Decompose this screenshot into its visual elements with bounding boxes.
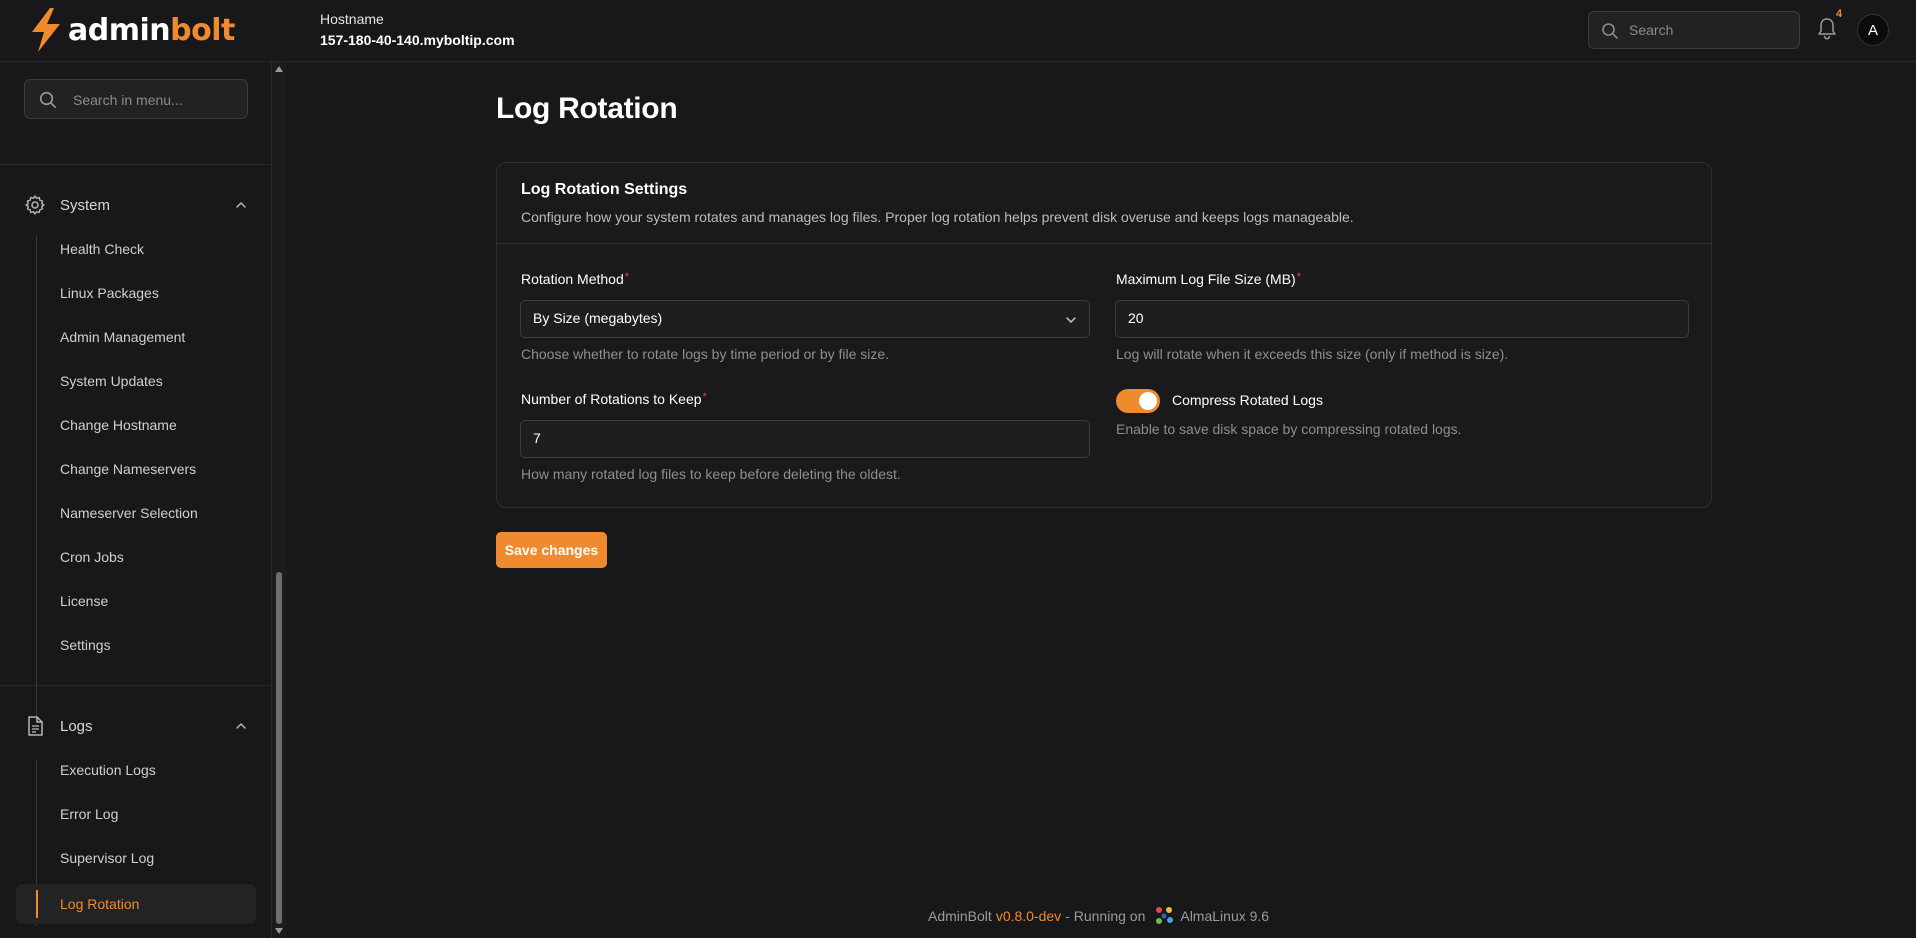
card-title: Log Rotation Settings [521,181,688,198]
sidebar-item-execution-logs[interactable]: Execution Logs [60,760,156,780]
rotation-method-value: By Size (megabytes) [533,310,663,326]
menu-search-input[interactable] [73,90,243,110]
sidebar-item-admin-management[interactable]: Admin Management [60,327,185,347]
card-description: Configure how your system rotates and ma… [521,209,1354,225]
sidebar-item-health-check[interactable]: Health Check [60,239,144,259]
brand-logo[interactable]: adminbolt [28,8,235,52]
bolt-icon [32,8,60,52]
card-divider [497,243,1711,244]
global-search-input[interactable] [1629,20,1789,40]
rotations-value: 7 [533,430,541,446]
hostname-value: 157-180-40-140.myboltip.com [320,32,515,48]
avatar[interactable]: A [1857,14,1889,46]
document-icon [28,716,43,736]
menu-search[interactable] [24,79,248,119]
max-size-label: Maximum Log File Size (MB)* [1116,271,1301,287]
footer: AdminBolt v0.8.0-dev - Running on AlmaLi… [928,905,1269,927]
page-title: Log Rotation [496,92,678,125]
search-icon [39,91,57,109]
rotations-label: Number of Rotations to Keep* [521,391,707,407]
footer-os: AlmaLinux 9.6 [1180,908,1270,924]
gear-icon [25,195,45,215]
sidebar-item-linux-packages[interactable]: Linux Packages [60,283,159,303]
scroll-down-arrow[interactable] [275,928,283,934]
top-bar: adminbolt Hostname 157-180-40-140.mybolt… [0,0,1916,62]
sidebar-item-supervisor-log[interactable]: Supervisor Log [60,848,154,868]
chevron-up-icon[interactable] [234,719,248,733]
notification-badge: 4 [1836,8,1843,20]
max-size-hint: Log will rotate when it exceeds this siz… [1116,346,1509,362]
scroll-up-arrow[interactable] [275,66,283,72]
required-marker: * [624,271,630,283]
sidebar-group-system[interactable]: System [24,191,248,219]
sidebar-item-license[interactable]: License [60,591,108,611]
sidebar-group-logs[interactable]: Logs [24,712,248,740]
brand-name: adminbolt [68,12,235,48]
footer-app-name: AdminBolt [928,908,992,924]
compress-hint: Enable to save disk space by compressing… [1116,421,1462,437]
hostname-label: Hostname [320,11,384,27]
save-changes-button[interactable]: Save changes [496,532,607,568]
required-marker: * [1296,271,1301,283]
sidebar-item-change-nameservers[interactable]: Change Nameservers [60,459,196,479]
global-search[interactable] [1588,11,1800,49]
chevron-down-icon [1066,317,1076,323]
search-icon [1602,23,1618,39]
sidebar-item-change-hostname[interactable]: Change Hostname [60,415,177,435]
sidebar-divider [0,685,272,686]
toggle-knob [1139,392,1157,410]
compress-label: Compress Rotated Logs [1172,392,1323,408]
sidebar: System Health Check Linux Packages Admin… [0,62,272,938]
chevron-up-icon[interactable] [234,198,248,212]
sidebar-item-nameserver-selection[interactable]: Nameserver Selection [60,503,198,523]
settings-card: Log Rotation Settings Configure how your… [496,162,1712,508]
required-marker: * [702,391,707,403]
rotations-hint: How many rotated log files to keep befor… [521,466,901,482]
footer-running-on: - Running on [1065,908,1146,924]
sidebar-group-label: System [60,196,111,214]
active-indicator [36,890,38,918]
max-size-value: 20 [1128,310,1144,326]
sidebar-divider [0,164,272,165]
sidebar-item-settings[interactable]: Settings [60,635,111,655]
rotation-method-label: Rotation Method* [521,271,630,287]
sidebar-item-system-updates[interactable]: System Updates [60,371,163,391]
rotation-method-hint: Choose whether to rotate logs by time pe… [521,346,890,362]
sidebar-item-error-log[interactable]: Error Log [60,804,118,824]
footer-version[interactable]: v0.8.0-dev [996,908,1061,924]
sidebar-tree-line [36,236,37,720]
sidebar-scrollbar[interactable] [272,62,286,938]
compress-toggle[interactable] [1116,389,1160,413]
rotations-input[interactable]: 7 [520,420,1090,458]
scroll-thumb[interactable] [276,572,282,924]
almalinux-icon [1156,907,1174,924]
sidebar-group-label: Logs [60,717,93,735]
hostname-block: Hostname 157-180-40-140.myboltip.com [320,11,515,48]
bell-icon[interactable] [1816,17,1838,41]
max-size-input[interactable]: 20 [1115,300,1689,338]
sidebar-item-cron-jobs[interactable]: Cron Jobs [60,547,124,567]
sidebar-item-label: Log Rotation [60,896,140,912]
rotation-method-select[interactable]: By Size (megabytes) [520,300,1090,338]
